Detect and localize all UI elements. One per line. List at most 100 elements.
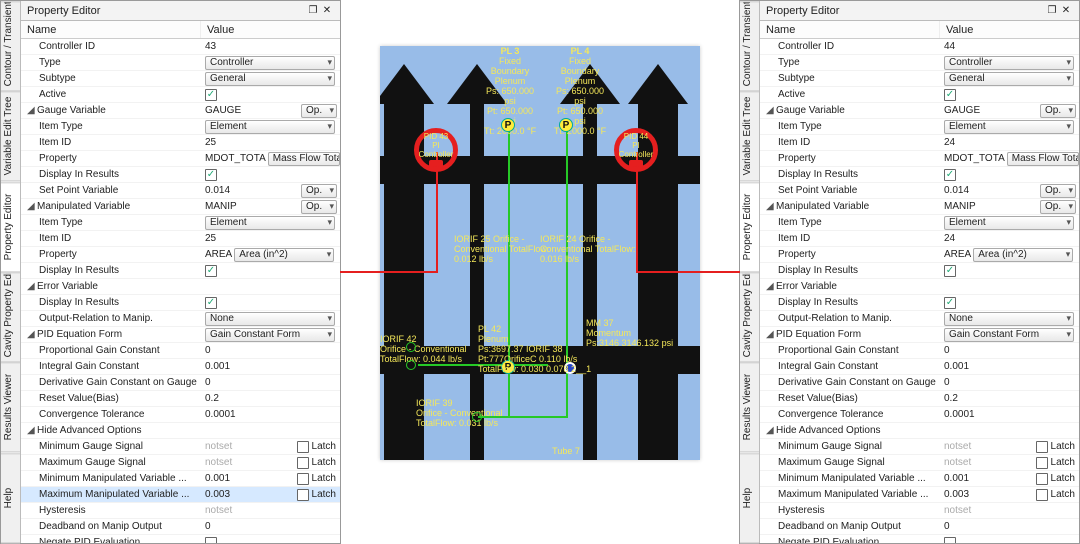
dropdown[interactable]: Gain Constant Form▾ [944, 328, 1074, 342]
sidebar-tab[interactable]: Contour / Transient Animation [1, 1, 20, 91]
dropdown[interactable]: General▾ [205, 72, 335, 86]
checkbox[interactable]: ✓ [944, 265, 956, 277]
sidebar-tab[interactable]: Help [1, 453, 20, 543]
dropdown[interactable]: None▾ [205, 312, 335, 326]
property-row: Convergence Tolerance 0.0001 [21, 407, 340, 423]
op-button[interactable]: Op.▾ [1040, 184, 1076, 198]
op-button[interactable]: Op.▾ [301, 184, 337, 198]
pid-controller-node-43[interactable]: PID 43 PI Controller... [414, 128, 458, 172]
pid-controller-node-44[interactable]: PID 44 PI Controller... [614, 128, 658, 172]
property-name: Reset Value(Bias) [21, 393, 201, 404]
value-text: notset [205, 505, 232, 516]
sidebar-tab[interactable]: Property Editor [740, 182, 759, 272]
property-value: General▾ [201, 72, 340, 86]
latch-option: Latch [297, 457, 340, 469]
property-name: Display In Results [760, 297, 940, 308]
chevron-down-icon: ▾ [1063, 313, 1071, 324]
sidebar-tab[interactable]: Help [740, 453, 759, 543]
dropdown[interactable]: Controller▾ [944, 56, 1074, 70]
checkbox[interactable] [297, 489, 309, 501]
property-name: Display In Results [21, 297, 201, 308]
value-text: MDOT_TOTA [205, 153, 266, 164]
property-value: notsetLatch [940, 457, 1079, 469]
toggle-icon[interactable]: ◢ [27, 281, 37, 292]
sidebar-tab[interactable]: Results Viewer [740, 362, 759, 452]
checkbox[interactable]: ✓ [205, 265, 217, 277]
property-value: 44 [940, 41, 1079, 52]
checkbox[interactable] [1036, 441, 1048, 453]
toggle-icon[interactable]: ◢ [766, 201, 776, 212]
checkbox[interactable]: ✓ [205, 89, 217, 101]
op-button[interactable]: Op.▾ [1040, 200, 1076, 214]
dropdown[interactable]: Element▾ [205, 216, 335, 230]
undock-icon[interactable]: ❐ [306, 1, 320, 21]
op-button[interactable]: Op.▾ [301, 104, 337, 118]
checkbox[interactable]: ✓ [205, 169, 217, 181]
sidebar-tab[interactable]: Cavity Property Editor [1, 272, 20, 362]
dropdown[interactable]: Element▾ [944, 120, 1074, 134]
sidebar-tab[interactable]: Variable Edit Tree [740, 91, 759, 181]
property-row: Item ID 24 [760, 231, 1079, 247]
dropdown[interactable]: Mass Flow Total (pps)▾ [1007, 152, 1079, 166]
sidebar-tab[interactable]: Contour / Transient Animation [740, 1, 759, 91]
toggle-icon[interactable]: ◢ [27, 201, 37, 212]
sidebar-tab[interactable]: Results Viewer [1, 362, 20, 452]
checkbox[interactable] [205, 537, 217, 544]
property-name: Integral Gain Constant [760, 361, 940, 372]
checkbox[interactable] [297, 441, 309, 453]
close-icon[interactable]: ✕ [1059, 1, 1073, 21]
op-button[interactable]: Op.▾ [1040, 104, 1076, 118]
plenum-node[interactable]: P [559, 118, 573, 132]
dropdown[interactable]: None▾ [944, 312, 1074, 326]
property-row: Hysteresis notset [760, 503, 1079, 519]
dropdown[interactable]: Area (in^2)▾ [973, 248, 1073, 262]
sidebar-tab[interactable]: Variable Edit Tree [1, 91, 20, 181]
checkbox[interactable]: ✓ [205, 297, 217, 309]
property-name: Derivative Gain Constant on Gauge [760, 377, 940, 388]
checkbox[interactable] [1036, 489, 1048, 501]
checkbox[interactable] [297, 473, 309, 485]
property-name: Deadband on Manip Output [760, 521, 940, 532]
property-value: notset [940, 505, 1079, 516]
property-name: ◢ Gauge Variable [21, 105, 201, 116]
toggle-icon[interactable]: ◢ [766, 281, 776, 292]
checkbox[interactable] [1036, 457, 1048, 469]
toggle-icon[interactable]: ◢ [766, 329, 776, 340]
property-name: Minimum Gauge Signal [21, 441, 201, 452]
property-name: Item Type [21, 121, 201, 132]
toggle-icon[interactable]: ◢ [27, 329, 37, 340]
property-value: 43 [201, 41, 340, 52]
checkbox[interactable]: ✓ [944, 169, 956, 181]
sidebar-tab[interactable]: Property Editor [1, 182, 20, 272]
property-name: ◢ Hide Advanced Options [760, 425, 940, 436]
panel-title-bar: Property Editor ❐✕ [760, 1, 1079, 21]
op-button[interactable]: Op.▾ [301, 200, 337, 214]
property-name: Controller ID [760, 41, 940, 52]
close-icon[interactable]: ✕ [320, 1, 334, 21]
value-text: MANIP [944, 201, 976, 212]
checkbox[interactable] [944, 537, 956, 544]
toggle-icon[interactable]: ◢ [27, 425, 37, 436]
dropdown[interactable]: Area (in^2)▾ [234, 248, 334, 262]
checkbox[interactable] [1036, 473, 1048, 485]
sidebar-tab[interactable]: Cavity Property Editor [740, 272, 759, 362]
dropdown[interactable]: Element▾ [944, 216, 1074, 230]
plenum-node[interactable]: P [501, 118, 515, 132]
dropdown[interactable]: Controller▾ [205, 56, 335, 70]
dropdown[interactable]: Gain Constant Form▾ [205, 328, 335, 342]
property-name: Item ID [21, 233, 201, 244]
checkbox[interactable]: ✓ [944, 297, 956, 309]
checkbox[interactable] [297, 457, 309, 469]
toggle-icon[interactable]: ◢ [27, 105, 37, 116]
toggle-icon[interactable]: ◢ [766, 105, 776, 116]
checkbox[interactable]: ✓ [944, 89, 956, 101]
dropdown[interactable]: Element▾ [205, 120, 335, 134]
property-row: Integral Gain Constant 0.001 [21, 359, 340, 375]
chevron-down-icon: ▾ [1063, 249, 1071, 260]
dropdown[interactable]: General▾ [944, 72, 1074, 86]
dropdown[interactable]: Mass Flow Total (pps)▾ [268, 152, 340, 166]
property-value: 0.0001 [940, 409, 1079, 420]
toggle-icon[interactable]: ◢ [766, 425, 776, 436]
chevron-down-icon: ▾ [1065, 105, 1073, 116]
undock-icon[interactable]: ❐ [1045, 1, 1059, 21]
